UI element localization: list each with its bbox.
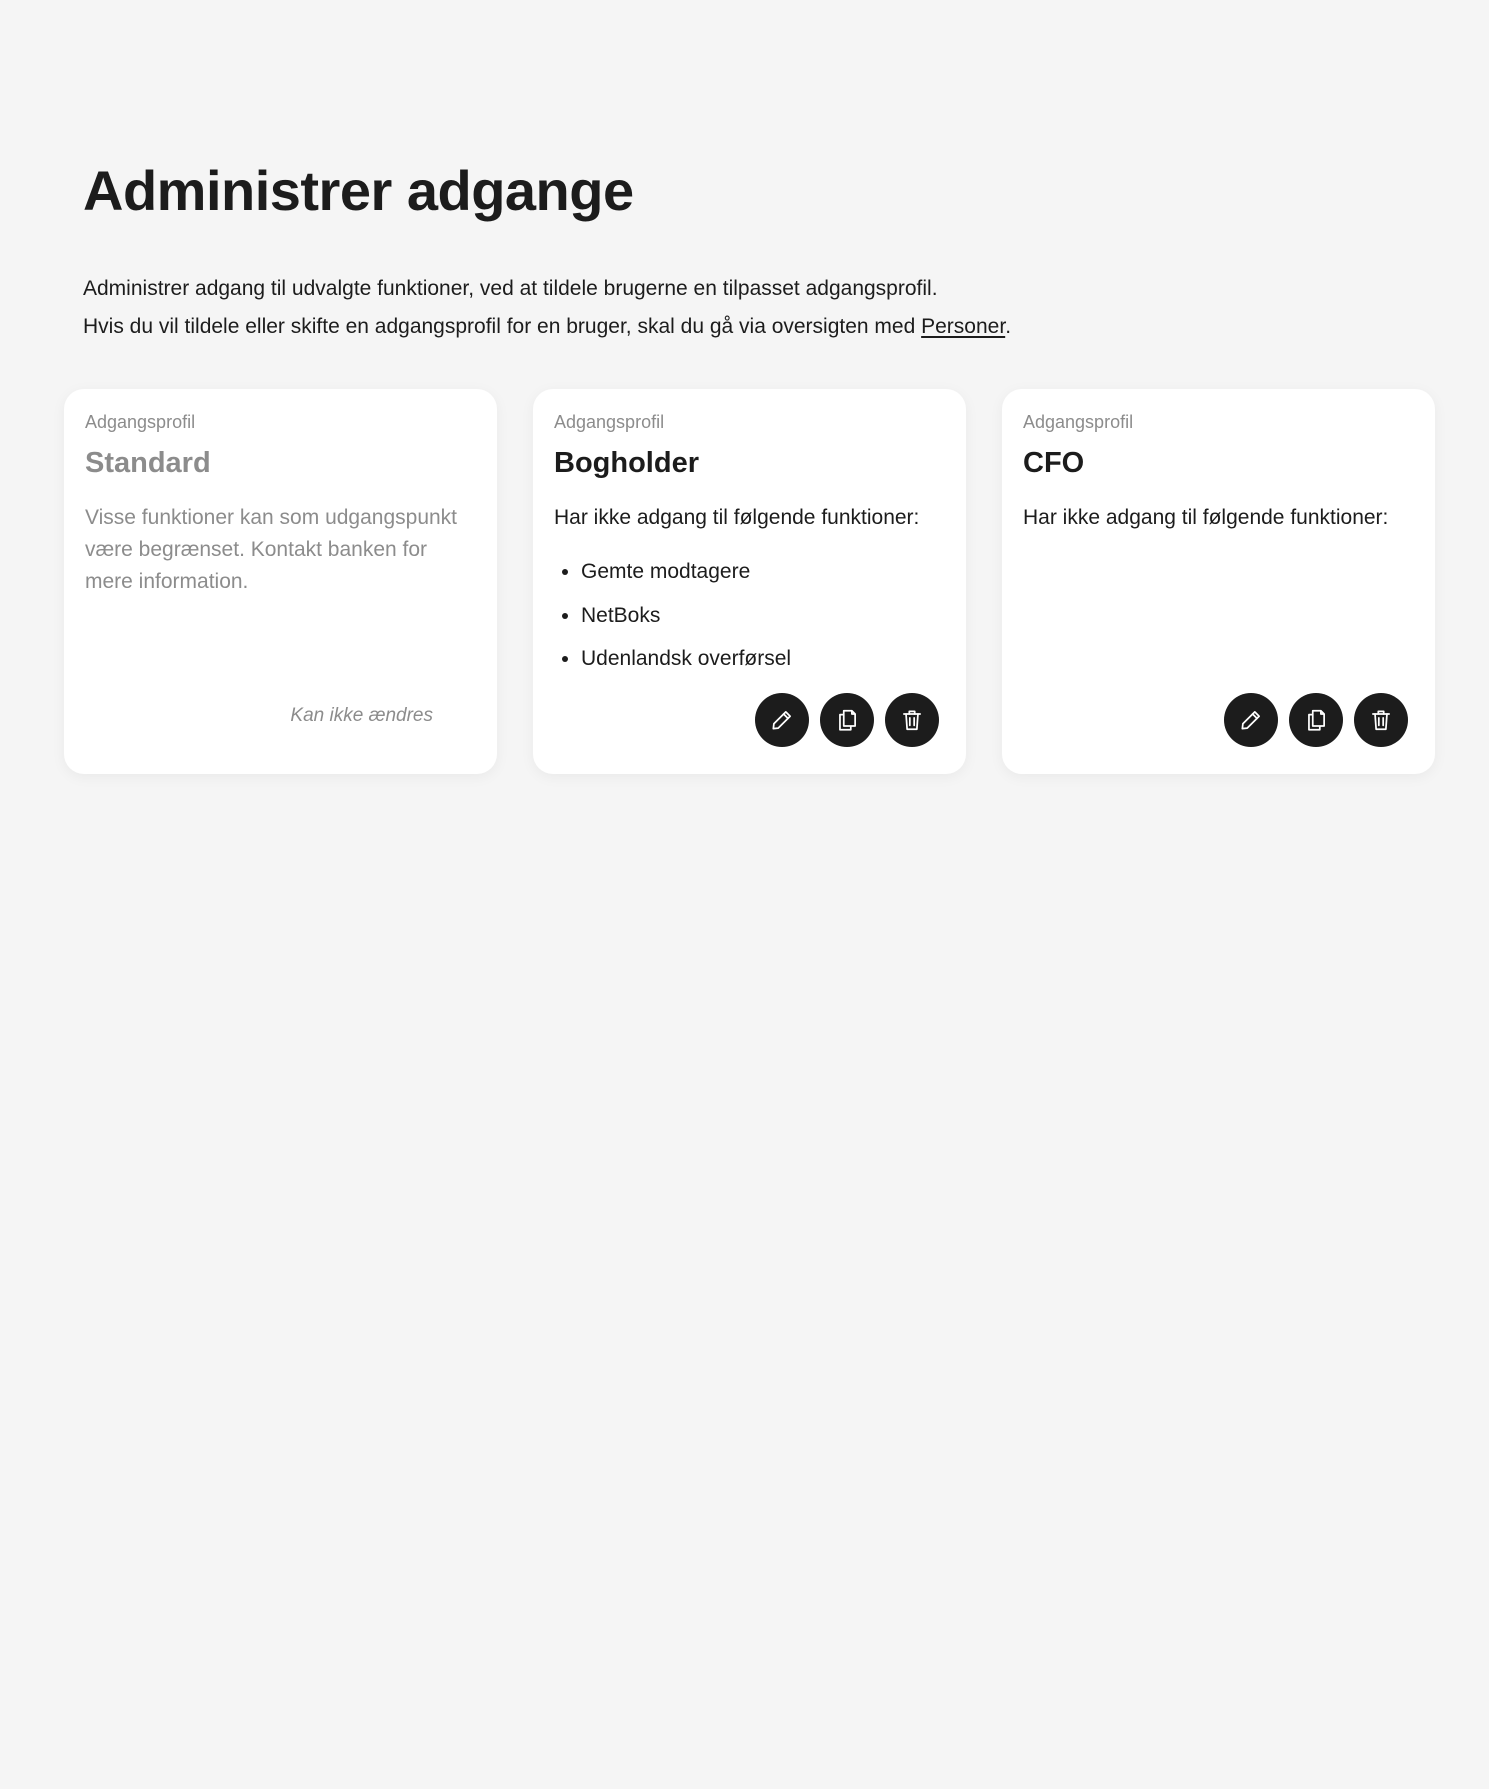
restriction-item: Gemte modtagere [581, 550, 945, 594]
delete-button[interactable] [1354, 693, 1408, 747]
intro-line-2-suffix: . [1005, 315, 1012, 338]
edit-button[interactable] [1224, 693, 1278, 747]
delete-button[interactable] [885, 693, 939, 747]
card-kicker: Adgangsprofil [85, 412, 196, 432]
access-profile-card-bogholder: Adgangsprofil Bogholder Har ikke adgang … [533, 389, 966, 774]
restriction-list: Gemte modtagere NetBoks Udenlandsk overf… [554, 550, 945, 681]
card-kicker: Adgangsprofil [554, 412, 665, 432]
pencil-icon [769, 707, 795, 733]
card-actions [1224, 693, 1408, 747]
card-title: CFO [1023, 447, 1085, 479]
access-profile-cards: Adgangsprofil Standard Visse funktioner … [64, 389, 1435, 774]
intro-line-2-text: Hvis du vil tildele eller skifte en adga… [83, 315, 922, 338]
trash-icon [899, 707, 925, 733]
trash-icon [1368, 707, 1394, 733]
restriction-item: NetBoks [581, 594, 945, 638]
card-title: Bogholder [554, 447, 699, 479]
intro-text: Administrer adgang til udvalgte funktion… [83, 270, 1011, 346]
copy-button[interactable] [820, 693, 874, 747]
card-description: Visse funktioner kan som udgangspunkt væ… [85, 506, 458, 593]
card-description: Har ikke adgang til følgende funktioner: [1023, 506, 1389, 529]
pencil-icon [1238, 707, 1264, 733]
restriction-item: Udenlandsk overførsel [581, 637, 945, 681]
intro-line-2: Hvis du vil tildele eller skifte en adga… [83, 308, 1011, 346]
edit-button[interactable] [755, 693, 809, 747]
copy-button[interactable] [1289, 693, 1343, 747]
card-kicker: Adgangsprofil [1023, 412, 1134, 432]
card-description: Har ikke adgang til følgende funktioner: [554, 506, 920, 529]
copy-icon [1303, 707, 1329, 733]
personer-link[interactable]: Personer [921, 315, 1005, 338]
page-title: Administrer adgange [83, 159, 634, 222]
locked-note: Kan ikke ændres [290, 705, 433, 726]
access-profile-card-standard: Adgangsprofil Standard Visse funktioner … [64, 389, 497, 774]
copy-icon [834, 707, 860, 733]
card-actions [755, 693, 939, 747]
intro-line-1: Administrer adgang til udvalgte funktion… [83, 277, 938, 300]
page: Administrer adgange Administrer adgang t… [0, 0, 1489, 1789]
access-profile-card-cfo: Adgangsprofil CFO Har ikke adgang til fø… [1002, 389, 1435, 774]
card-title: Standard [85, 447, 211, 479]
